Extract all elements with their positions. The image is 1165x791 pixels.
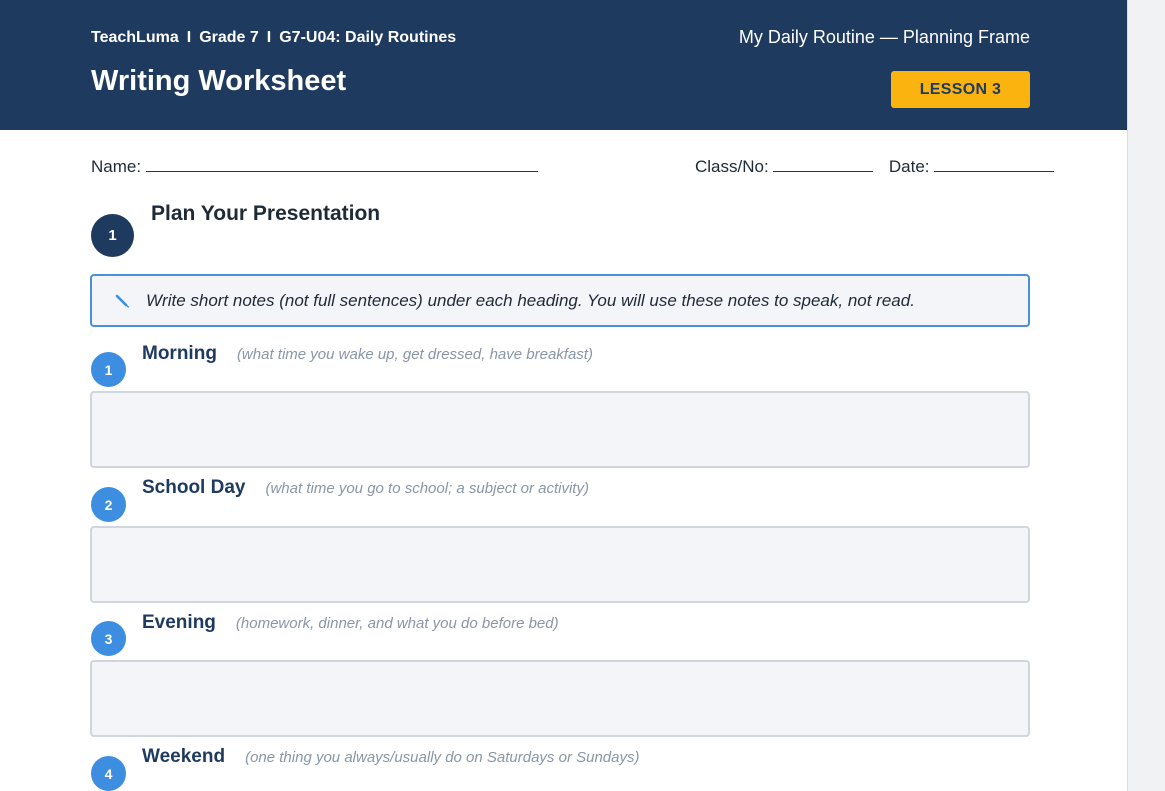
item-title: School Day: [142, 477, 246, 498]
date-label: Date:: [888, 157, 930, 176]
item-number-badge: 1: [91, 352, 126, 387]
brand-name: TeachLuma: [91, 29, 179, 46]
item-heading: Morning (what time you wake up, get dress…: [142, 343, 593, 365]
class-label: Class/No:: [695, 157, 769, 176]
evening-notes-box[interactable]: [90, 660, 1030, 737]
class-line[interactable]: [773, 157, 874, 172]
grade-label: Grade 7: [199, 29, 259, 46]
name-label: Name:: [91, 157, 142, 176]
breadcrumb-separator: I: [186, 29, 192, 46]
item-title: Morning: [142, 343, 217, 364]
item-number-badge: 2: [91, 487, 126, 522]
breadcrumb: TeachLuma I Grade 7 I G7-U04: Daily Routines: [91, 29, 456, 47]
breadcrumb-separator: I: [266, 29, 272, 46]
instruction-text: Write short notes (not full sentences) u…: [146, 290, 915, 310]
worksheet-page: TeachLuma I Grade 7 I G7-U04: Daily Routines…: [0, 0, 1127, 791]
item-heading: School Day (what time you go to school; a…: [142, 477, 589, 499]
item-heading: Evening (homework, dinner, and what you d…: [142, 612, 559, 634]
item-number-badge: 3: [91, 621, 126, 656]
item-hint: (what time you wake up, get dressed, hav…: [236, 346, 593, 363]
worksheet-header: TeachLuma I Grade 7 I G7-U04: Daily Routines…: [0, 0, 1127, 130]
lesson-badge: LESSON 3: [891, 71, 1030, 108]
scrollbar-gutter[interactable]: [1127, 0, 1165, 791]
date-line[interactable]: [934, 157, 1055, 172]
name-line[interactable]: [145, 157, 538, 172]
item-hint: (homework, dinner, and what you do befor…: [235, 615, 559, 632]
section-title: Plan Your Presentation: [151, 202, 381, 225]
item-title: Weekend: [142, 746, 226, 767]
item-heading: Weekend (one thing you always/usually do …: [142, 746, 639, 768]
pencil-icon: [114, 292, 132, 310]
name-field[interactable]: Name:: [91, 157, 538, 177]
item-hint: (what time you go to school; a subject o…: [265, 480, 589, 497]
item-hint: (one thing you always/usually do on Satu…: [245, 749, 640, 766]
class-date-fields: Class/No: Date:: [695, 157, 1055, 177]
page-title: Writing Worksheet: [91, 65, 347, 97]
item-title: Evening: [142, 612, 216, 633]
morning-notes-box[interactable]: [90, 391, 1030, 468]
unit-label: G7-U04: Daily Routines: [279, 29, 457, 46]
school-day-notes-box[interactable]: [90, 526, 1030, 603]
item-number-badge: 4: [91, 756, 126, 791]
instruction-box: Write short notes (not full sentences) u…: [90, 274, 1030, 327]
frame-title: My Daily Routine — Planning Frame: [738, 27, 1030, 47]
section-number-badge: 1: [91, 214, 134, 257]
